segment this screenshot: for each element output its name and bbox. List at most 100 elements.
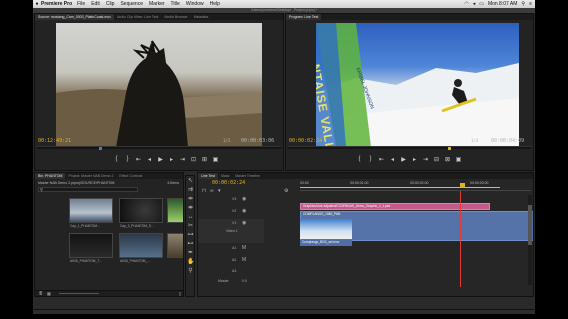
mute-icon[interactable]: M [242, 245, 246, 251]
tab-metadata[interactable]: Metadata [191, 14, 212, 20]
clock[interactable]: Mon 8:07 AM [488, 1, 517, 7]
app-menu[interactable]: Premiere Pro [41, 1, 72, 7]
list-icon[interactable]: ≡ [529, 1, 532, 7]
tab-project[interactable]: Project: Master NAB Demo 2 [65, 173, 116, 179]
tab-audio-mixer[interactable]: Audio Clip Mixer: Line Test [114, 14, 161, 20]
mark-out-icon[interactable]: } [367, 156, 374, 163]
menu-clip[interactable]: Clip [106, 1, 115, 7]
zoom-icon[interactable]: ⚲ [187, 268, 194, 275]
work-area-bar[interactable] [300, 187, 500, 188]
pen-icon[interactable]: ✒ [187, 250, 194, 257]
clip-graphic[interactable]: Graphics/Line adjusted/CCDPANAS_Demo_Gra… [300, 203, 490, 210]
export-frame-icon[interactable]: ▣ [455, 156, 462, 163]
apple-icon[interactable]: ● [33, 1, 41, 7]
slip-icon[interactable]: ⊶ [187, 232, 194, 239]
track-name: A2 [232, 258, 237, 262]
wifi-icon[interactable]: ◠ [464, 1, 468, 7]
scrollbar-thumb[interactable] [528, 205, 532, 245]
program-playhead[interactable] [448, 147, 451, 150]
tab-bin-phantom[interactable]: Bin: PHANTOM [35, 173, 66, 179]
timeline-scrollbar[interactable] [528, 195, 532, 285]
go-out-icon[interactable]: ⇥ [422, 156, 429, 163]
lift-icon[interactable]: ⊟ [433, 156, 440, 163]
step-forward-icon[interactable]: ▸ [168, 156, 175, 163]
battery-icon[interactable]: ▭ [479, 1, 484, 7]
timeline-timecode[interactable]: 00:00:02:24 [212, 180, 245, 186]
tab-master-timeline[interactable]: Master Timeline [232, 173, 263, 179]
step-back-icon[interactable]: ◂ [389, 156, 396, 163]
mark-out-icon[interactable]: } [124, 156, 131, 163]
source-zoom[interactable]: 1/2 [223, 138, 230, 143]
source-playhead[interactable] [99, 147, 102, 150]
menu-title[interactable]: Title [171, 1, 180, 7]
go-in-icon[interactable]: ⇤ [135, 156, 142, 163]
source-scrub-bar[interactable] [37, 146, 281, 150]
thumb-ak05-b[interactable] [119, 233, 163, 258]
menu-file[interactable]: File [77, 1, 85, 7]
thumb-cap3[interactable] [119, 198, 163, 223]
razor-icon[interactable]: ✂ [187, 223, 194, 230]
thumb-st-d4[interactable] [167, 198, 183, 223]
go-in-icon[interactable]: ⇤ [378, 156, 385, 163]
source-video-frame[interactable] [56, 23, 262, 147]
mark-in-icon[interactable]: { [356, 156, 363, 163]
selection-tool-icon[interactable]: ↖ [187, 178, 194, 185]
step-forward-icon[interactable]: ▸ [411, 156, 418, 163]
overwrite-icon[interactable]: ⊞ [201, 156, 208, 163]
menu-sequence[interactable]: Sequence [120, 1, 143, 7]
snap-icon[interactable]: ⊓ [202, 188, 206, 194]
thumb-cap1[interactable] [69, 198, 113, 223]
program-timecode[interactable]: 00:00:02:24 [289, 138, 322, 144]
tab-media-browser[interactable]: Media Browser [161, 14, 190, 20]
track-select-icon[interactable]: ⇉ [187, 187, 194, 194]
tab-line-test[interactable]: Line Test [198, 173, 218, 179]
export-frame-icon[interactable]: ▣ [212, 156, 219, 163]
tab-program[interactable]: Program: Line Test [286, 14, 322, 20]
volume-icon[interactable]: ◂ [473, 1, 476, 7]
search-icon[interactable]: ⚲ [521, 1, 525, 7]
insert-icon[interactable]: ⊡ [190, 156, 197, 163]
menu-edit[interactable]: Edit [91, 1, 100, 7]
hand-icon[interactable]: ✋ [187, 259, 194, 266]
mark-in-icon[interactable]: { [113, 156, 120, 163]
timeline-playhead-handle[interactable] [460, 183, 465, 188]
go-out-icon[interactable]: ⇥ [179, 156, 186, 163]
eye-icon[interactable]: ◉ [242, 220, 246, 226]
tab-source[interactable]: Source: mustang_Cam_0003_PlatinCoast.mov [35, 14, 114, 20]
menu-help[interactable]: Help [210, 1, 220, 7]
ripple-edit-icon[interactable]: ⇹ [187, 196, 194, 203]
step-back-icon[interactable]: ◂ [146, 156, 153, 163]
bin-search-input[interactable]: ⚲ [38, 187, 138, 192]
clip-v1-thumbnail[interactable] [300, 219, 352, 239]
trash-icon[interactable]: ▯ [179, 291, 181, 296]
clip-v1[interactable]: Complangs_BGS_sel.mov [300, 240, 352, 246]
time-ruler[interactable]: 00:00 00:00:01:00 00:00:02:00 00:00:03:0… [300, 181, 531, 191]
slide-icon[interactable]: ⊷ [187, 241, 194, 248]
extract-icon[interactable]: ⊠ [444, 156, 451, 163]
tab-mask[interactable]: Mask [218, 173, 232, 179]
rolling-edit-icon[interactable]: ⇼ [187, 205, 194, 212]
add-marker-icon[interactable]: ▾ [218, 188, 221, 194]
list-view-icon[interactable]: ≣ [39, 291, 42, 296]
thumb-ak05-a[interactable] [69, 233, 113, 258]
wrench-icon[interactable]: ⚙ [284, 188, 288, 194]
master-volume[interactable]: 0.0 [242, 279, 247, 283]
rate-stretch-icon[interactable]: ↔ [187, 214, 194, 221]
icon-view-icon[interactable]: ▦ [47, 291, 51, 296]
program-video-frame[interactable]: NTAISE VALLE ERIBEL JOHNSON [316, 23, 519, 147]
menu-window[interactable]: Window [186, 1, 204, 7]
thumb-mustang[interactable] [167, 233, 183, 258]
source-timecode[interactable]: 00:12:49:21 [38, 138, 71, 144]
program-zoom[interactable]: 1/4 [471, 138, 478, 143]
play-icon[interactable]: ▶ [400, 156, 407, 163]
timeline-playhead[interactable] [460, 191, 461, 287]
tab-effect-controls[interactable]: Effect Controls [116, 173, 145, 179]
zoom-slider[interactable] [59, 293, 99, 294]
eye-icon[interactable]: ◉ [242, 208, 246, 214]
mute-icon[interactable]: M [242, 257, 246, 263]
play-icon[interactable]: ▶ [157, 156, 164, 163]
eye-icon[interactable]: ◉ [242, 196, 246, 202]
program-scrub-bar[interactable] [288, 146, 531, 150]
menu-marker[interactable]: Marker [149, 1, 165, 7]
linked-selection-icon[interactable]: ∞ [210, 188, 214, 194]
